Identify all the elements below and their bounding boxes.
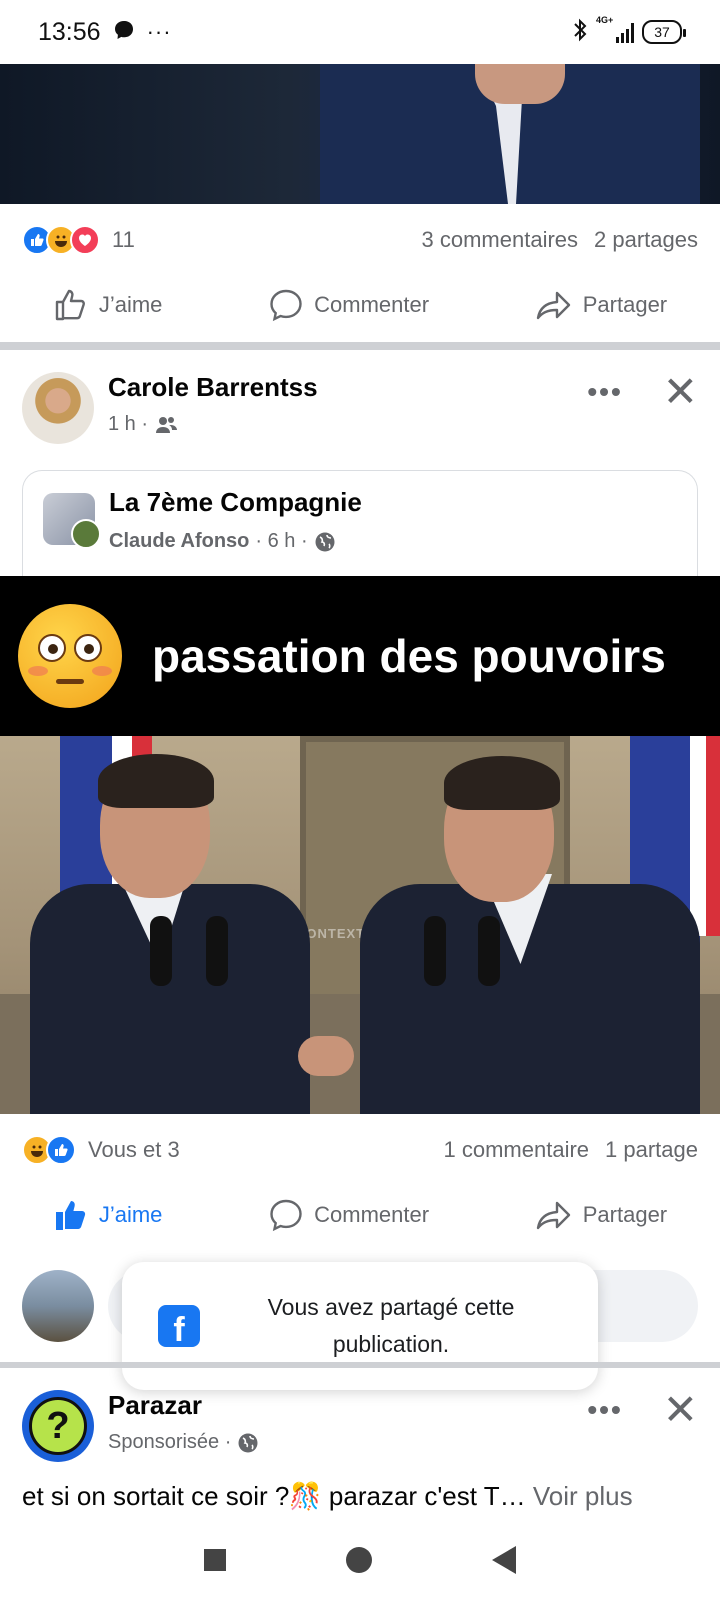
post2-author-name[interactable]: Carole Barrentss bbox=[108, 372, 318, 403]
home-button[interactable] bbox=[346, 1547, 372, 1573]
like-label: J’aime bbox=[98, 1202, 163, 1227]
post1-like-button[interactable]: J’aime bbox=[53, 287, 163, 323]
network-type: 4G+ bbox=[596, 15, 614, 25]
person-right bbox=[340, 736, 720, 1114]
globe-icon bbox=[315, 532, 335, 551]
comment-label: Commenter bbox=[314, 1202, 430, 1227]
status-bar: 13:56 ··· 4G+ 37 bbox=[0, 0, 720, 64]
post2-comment-button[interactable]: Commenter bbox=[268, 1197, 429, 1233]
comment-label: Commenter bbox=[314, 292, 430, 317]
sponsored-label[interactable]: Sponsorisée · bbox=[108, 1431, 231, 1454]
battery-indicator: 37 bbox=[642, 20, 686, 44]
like-label: J’aime bbox=[98, 292, 163, 317]
close-icon[interactable]: ✕ bbox=[663, 1389, 698, 1431]
ad-header: ? Parazar Sponsorisée · ••• ✕ bbox=[22, 1389, 698, 1462]
shared-post-card[interactable]: La 7ème Compagnie Claude Afonso · 6 h · bbox=[22, 470, 698, 580]
system-navigation-bar bbox=[0, 1520, 720, 1600]
love-reaction-icon bbox=[70, 225, 100, 255]
back-button[interactable] bbox=[492, 1546, 516, 1574]
post1-share-button[interactable]: Partager bbox=[535, 287, 667, 323]
post1-comment-button[interactable]: Commenter bbox=[268, 287, 429, 323]
messenger-notification-icon bbox=[113, 19, 135, 46]
post1-shares-count[interactable]: 2 partages bbox=[594, 227, 698, 253]
post2-banner[interactable]: passation des pouvoirs bbox=[0, 576, 720, 736]
post2-action-bar: J’aime Commenter Partager bbox=[0, 1185, 720, 1245]
post-divider bbox=[0, 342, 720, 350]
share-icon bbox=[536, 1201, 570, 1230]
share-label: Partager bbox=[582, 1202, 668, 1227]
shared-author-name[interactable]: Claude Afonso bbox=[109, 530, 249, 553]
post2-like-button[interactable]: J’aime bbox=[53, 1197, 163, 1233]
flushed-face-emoji bbox=[18, 604, 122, 708]
more-notifications-icon: ··· bbox=[146, 19, 172, 44]
facebook-logo-icon: f bbox=[158, 1305, 200, 1347]
post2-reactions-row[interactable]: Vous et 3 1 commentaire 1 partage bbox=[22, 1130, 698, 1170]
post2-comments-count[interactable]: 1 commentaire bbox=[444, 1137, 590, 1163]
post1-comments-count[interactable]: 3 commentaires bbox=[422, 227, 579, 253]
share-confirmation-toast: f Vous avez partagé cette publication. bbox=[122, 1262, 598, 1390]
ad-body: et si on sortait ce soir ?🎊 parazar c'es… bbox=[22, 1481, 698, 1512]
like-reaction-icon bbox=[46, 1135, 76, 1165]
post2-header: Carole Barrentss 1 h · ••• ✕ bbox=[22, 371, 698, 444]
more-options-icon[interactable]: ••• bbox=[587, 1394, 622, 1426]
parazar-avatar[interactable]: ? bbox=[22, 1390, 94, 1462]
toast-message: Vous avez partagé cette publication. bbox=[267, 1294, 515, 1357]
banner-caption: passation des pouvoirs bbox=[152, 630, 666, 682]
post1-action-bar: J’aime Commenter Partager bbox=[0, 275, 720, 335]
close-icon[interactable]: ✕ bbox=[663, 371, 698, 413]
thumbs-up-icon bbox=[55, 289, 85, 321]
post2-time[interactable]: 1 h · bbox=[108, 413, 148, 436]
author-avatar[interactable] bbox=[22, 372, 94, 444]
group-thumbnail[interactable] bbox=[43, 493, 101, 549]
comment-icon bbox=[270, 1199, 302, 1232]
post1-reaction-count: 11 bbox=[112, 227, 135, 252]
my-avatar[interactable] bbox=[22, 1270, 94, 1342]
ad-page-name[interactable]: Parazar bbox=[108, 1390, 259, 1421]
share-icon bbox=[536, 291, 570, 320]
post2-photo[interactable]: CONTEXT bbox=[0, 736, 720, 1114]
friends-audience-icon bbox=[156, 416, 178, 433]
reaction-icons bbox=[22, 225, 100, 255]
shared-group-name[interactable]: La 7ème Compagnie bbox=[109, 487, 362, 518]
more-options-icon[interactable]: ••• bbox=[587, 376, 622, 408]
post1-reactions-row[interactable]: 11 3 commentaires 2 partages bbox=[22, 220, 698, 260]
post-divider bbox=[0, 1362, 720, 1368]
ad-body-text: et si on sortait ce soir ?🎊 parazar c'es… bbox=[22, 1481, 526, 1511]
shared-time: · 6 h · bbox=[255, 530, 308, 552]
signal-icon: 4G+ bbox=[596, 15, 634, 43]
status-time: 13:56 bbox=[38, 17, 101, 46]
thumbs-up-filled-icon bbox=[55, 1201, 85, 1230]
post1-image[interactable] bbox=[0, 64, 720, 204]
reaction-icons bbox=[22, 1135, 76, 1165]
globe-icon bbox=[238, 1433, 258, 1452]
post2-share-button[interactable]: Partager bbox=[535, 1197, 667, 1233]
post2-reaction-summary: Vous et 3 bbox=[88, 1137, 180, 1162]
recent-apps-button[interactable] bbox=[204, 1549, 226, 1571]
share-label: Partager bbox=[582, 292, 668, 317]
comment-icon bbox=[270, 289, 302, 322]
bluetooth-icon bbox=[572, 18, 588, 47]
see-more-link[interactable]: Voir plus bbox=[533, 1481, 633, 1511]
post2-shares-count[interactable]: 1 partage bbox=[605, 1137, 698, 1163]
